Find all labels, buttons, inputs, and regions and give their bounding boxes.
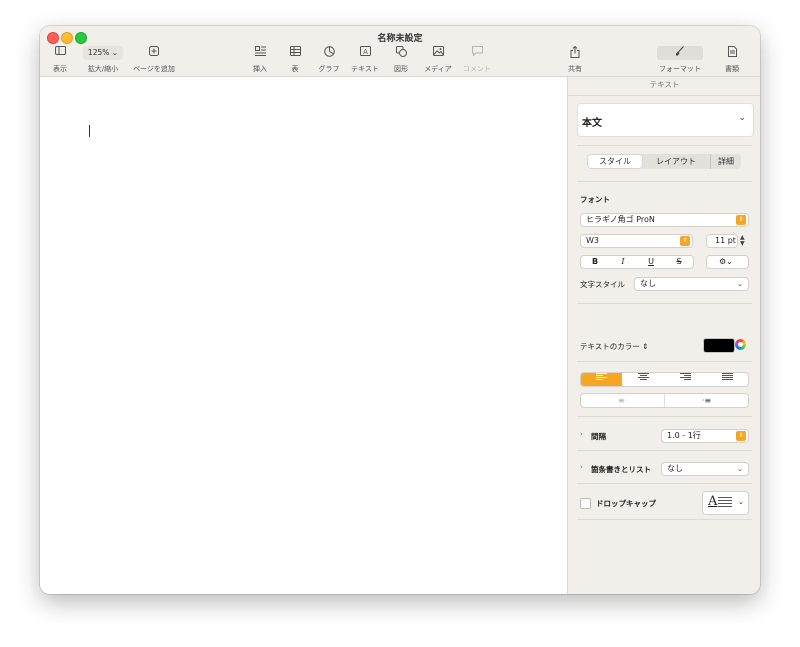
indent-icon: ·≡ xyxy=(701,396,712,405)
tab-layout[interactable]: レイアウト xyxy=(645,154,707,169)
decrease-indent-button[interactable]: ≡· xyxy=(581,394,664,407)
spacing-select[interactable]: 1.0 - 1行 ⇕ xyxy=(661,429,749,443)
zoom-control[interactable]: 125% ⌄ 拡大/縮小 xyxy=(82,46,124,74)
underline-button[interactable]: U xyxy=(637,256,665,268)
char-style-label: 文字スタイル xyxy=(580,280,625,289)
advanced-options-button[interactable]: ⚙⌄ xyxy=(706,255,749,269)
updown-arrows-icon: ⇕ xyxy=(736,431,746,441)
align-left-icon xyxy=(596,373,607,380)
bullets-select[interactable]: なし ⌄ xyxy=(661,462,749,476)
spacing-label: 間隔 xyxy=(591,432,606,441)
comment-button[interactable]: コメント xyxy=(460,46,494,74)
view-button[interactable]: 表示 xyxy=(51,46,69,74)
chevron-down-icon: ⌄ xyxy=(738,113,746,123)
align-right-icon xyxy=(680,373,691,380)
chevron-right-icon[interactable]: › xyxy=(580,430,583,438)
shape-icon xyxy=(391,46,411,60)
document-icon xyxy=(722,46,742,60)
updown-chevron-icon: ⇕ xyxy=(642,342,649,351)
media-button[interactable]: メディア xyxy=(421,46,455,74)
paintbrush-icon xyxy=(657,46,703,60)
char-style-select[interactable]: なし ⌄ xyxy=(634,277,749,291)
add-page-button[interactable]: ページを追加 xyxy=(132,46,176,74)
color-wheel-icon[interactable] xyxy=(735,339,746,350)
font-size-field[interactable]: 11 pt xyxy=(706,234,738,248)
table-button[interactable]: 表 xyxy=(286,46,304,74)
dropcap-style-select[interactable]: A ⌄ xyxy=(702,491,749,515)
text-color-label[interactable]: テキストのカラー ⇕ xyxy=(580,341,648,352)
font-style-buttons: B I U S xyxy=(580,255,694,269)
italic-button[interactable]: I xyxy=(609,256,637,268)
shape-button[interactable]: 図形 xyxy=(391,46,411,74)
bullets-label: 箇条書きとリスト xyxy=(591,465,651,474)
dropcap-label: ドロップキャップ xyxy=(596,499,656,508)
font-family-select[interactable]: ヒラギノ角ゴ ProN ⇕ xyxy=(580,213,749,227)
tab-more[interactable]: 詳細 xyxy=(710,154,741,169)
media-icon xyxy=(421,46,455,60)
paragraph-style-value: 本文 xyxy=(582,118,602,129)
bold-button[interactable]: B xyxy=(581,256,609,268)
chevron-down-icon: ⌄ xyxy=(111,48,119,57)
insert-icon xyxy=(250,46,270,60)
format-button[interactable]: フォーマット xyxy=(655,46,705,74)
align-center-icon xyxy=(638,373,649,380)
justify-icon xyxy=(722,373,733,380)
gear-icon: ⚙⌄ xyxy=(719,257,733,266)
chart-icon xyxy=(316,46,342,60)
font-size-stepper[interactable]: ▲ ▼ xyxy=(740,235,745,247)
justify-button[interactable] xyxy=(707,373,748,386)
sidebar-tabs: スタイル レイアウト 詳細 xyxy=(587,154,741,169)
share-button[interactable]: 共有 xyxy=(565,45,585,74)
add-page-icon xyxy=(132,46,176,60)
chevron-down-icon: ⌄ xyxy=(737,280,743,288)
text-cursor xyxy=(89,125,90,137)
increase-indent-button[interactable]: ·≡ xyxy=(664,394,748,407)
font-weight-select[interactable]: W3 ⇕ xyxy=(580,234,693,248)
align-left-button[interactable] xyxy=(581,373,622,386)
paragraph-style-select[interactable]: 本文 ⌄ xyxy=(577,103,754,137)
comment-icon xyxy=(460,46,494,60)
pages-window: 名称未設定 表示 125% ⌄ 拡大/縮小 ページを追加 挿入 表 グラフ A … xyxy=(40,26,760,594)
chart-button[interactable]: グラフ xyxy=(316,46,342,74)
insert-button[interactable]: 挿入 xyxy=(250,46,270,74)
svg-text:A: A xyxy=(363,48,368,56)
outdent-icon: ≡· xyxy=(617,396,628,405)
updown-arrows-icon: ⇕ xyxy=(736,215,746,225)
dropcap-preview-icon: A xyxy=(708,494,718,509)
share-icon xyxy=(565,45,585,60)
sidebar-icon xyxy=(51,46,69,60)
chevron-down-icon: ⌄ xyxy=(738,498,744,506)
strikethrough-button[interactable]: S xyxy=(665,256,693,268)
window-title: 名称未設定 xyxy=(377,34,423,44)
indent-buttons: ≡· ·≡ xyxy=(580,393,749,408)
tab-style[interactable]: スタイル xyxy=(588,155,642,168)
chevron-down-icon: ⌄ xyxy=(737,465,743,473)
align-center-button[interactable] xyxy=(623,373,664,386)
updown-arrows-icon: ⇕ xyxy=(680,236,690,246)
text-button[interactable]: A テキスト xyxy=(348,46,382,74)
text-color-well[interactable] xyxy=(703,338,735,353)
document-canvas[interactable] xyxy=(40,77,567,594)
zoom-select[interactable]: 125% ⌄ xyxy=(82,46,124,60)
font-heading: フォント xyxy=(580,195,610,204)
document-button[interactable]: 書類 xyxy=(722,46,742,74)
textbox-icon: A xyxy=(348,46,382,60)
align-right-button[interactable] xyxy=(665,373,706,386)
titlebar: 名称未設定 表示 125% ⌄ 拡大/縮小 ページを追加 挿入 表 グラフ A … xyxy=(40,26,760,77)
chevron-right-icon[interactable]: › xyxy=(580,463,583,471)
sidebar-header: テキスト xyxy=(649,80,680,89)
alignment-buttons xyxy=(580,372,749,387)
format-sidebar: テキスト 本文 ⌄ スタイル レイアウト 詳細 フォント ヒラギノ角ゴ ProN… xyxy=(567,77,760,594)
dropcap-checkbox[interactable] xyxy=(580,498,591,509)
table-icon xyxy=(286,46,304,60)
